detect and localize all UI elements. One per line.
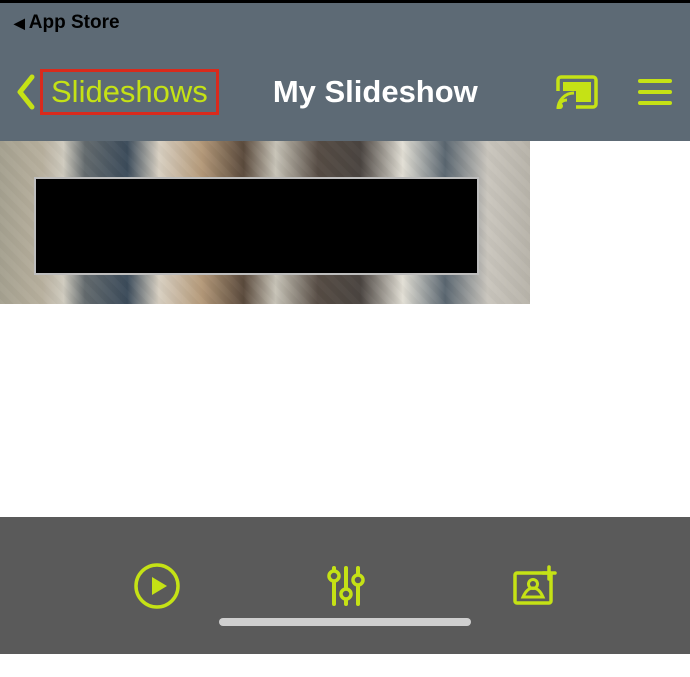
home-indicator <box>219 618 471 626</box>
chevron-left-icon <box>14 73 36 111</box>
slide-caption-box <box>34 177 479 275</box>
add-image-icon <box>511 565 557 607</box>
cast-icon <box>556 75 598 109</box>
cast-button[interactable] <box>556 75 598 109</box>
back-label: Slideshows <box>51 74 208 109</box>
sliders-icon <box>326 564 366 608</box>
nav-bar: Slideshows My Slideshow <box>0 43 690 141</box>
bottom-toolbar <box>0 517 690 654</box>
content-area <box>0 141 690 540</box>
back-label-highlight[interactable]: Slideshows <box>40 69 219 115</box>
play-circle-icon <box>133 562 181 610</box>
hamburger-icon <box>638 78 672 106</box>
bottom-gap <box>0 654 690 677</box>
back-button[interactable] <box>14 73 36 111</box>
settings-button[interactable] <box>326 564 366 608</box>
status-bar: ◀ App Store <box>0 3 690 43</box>
app-store-back-label: App Store <box>29 12 120 34</box>
menu-button[interactable] <box>638 78 672 106</box>
home-indicator-container <box>0 618 690 626</box>
slide-thumbnail[interactable] <box>0 141 530 304</box>
app-store-back-link[interactable]: ◀ App Store <box>14 12 120 34</box>
nav-right-group <box>556 75 672 109</box>
page-title: My Slideshow <box>273 74 478 110</box>
add-photo-button[interactable] <box>511 565 557 607</box>
triangle-left-icon: ◀ <box>14 15 25 32</box>
play-button[interactable] <box>133 562 181 610</box>
